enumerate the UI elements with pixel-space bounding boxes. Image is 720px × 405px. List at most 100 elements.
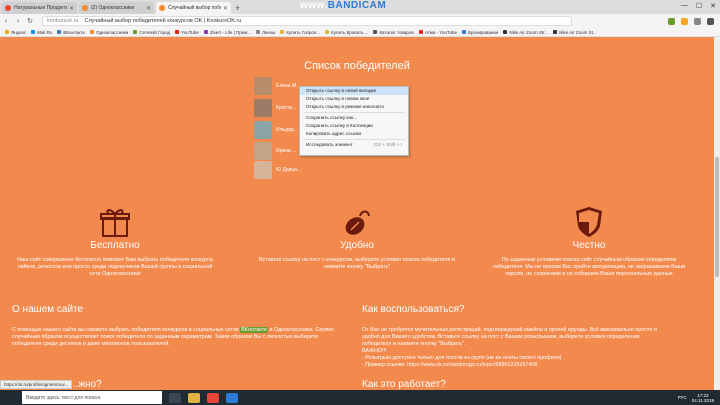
feature-text: Вставьте ссылку на пост с конкурсом, выб… <box>259 257 455 270</box>
window-controls: — ☐ ✕ <box>681 2 716 10</box>
maximize-icon[interactable]: ☐ <box>696 2 702 10</box>
browser-tab[interactable]: (2) Одноклассники ✕ <box>79 2 154 14</box>
minimize-icon[interactable]: — <box>681 2 688 10</box>
bookmark-label: Zivert - Life | Прем... <box>209 29 252 35</box>
bookmark-favicon-icon <box>90 30 95 34</box>
menu-icon[interactable] <box>707 17 714 25</box>
winner-name: Елена М... <box>276 83 301 89</box>
bookmark-label: Бронирование <box>468 29 499 35</box>
bookmark-label: Сетевой Город <box>139 29 171 35</box>
close-window-icon[interactable]: ✕ <box>710 2 716 10</box>
bookmark-item[interactable]: ВКонтакте <box>57 30 85 35</box>
bookmark-item[interactable]: Яндекс <box>5 30 26 35</box>
bookmark-favicon-icon <box>175 30 180 34</box>
bookmark-item[interactable]: Zivert - Life | Прем... <box>203 29 252 35</box>
winner-item[interactable]: Ирина ... <box>254 142 296 160</box>
bookmark-label: Линзы <box>262 29 276 35</box>
bookmark-favicon-icon <box>462 30 467 34</box>
about-section: О нашем сайте С помощью нашего сайта вы … <box>12 304 347 348</box>
extension-icon[interactable] <box>668 17 675 25</box>
back-icon[interactable]: ‹ <box>0 18 12 25</box>
bookmark-item[interactable]: Nike Air Zoom St... <box>553 30 597 35</box>
close-icon[interactable]: ✕ <box>223 5 228 12</box>
bookmark-label: Купить Кровать ... <box>331 29 369 35</box>
reload-icon[interactable]: ↻ <box>24 17 36 25</box>
browser-tab-active[interactable]: Случайный выбор побе...✕ <box>156 2 231 14</box>
feature-text: По заданным условиям поиска сайт случайн… <box>492 257 685 277</box>
bookmark-item[interactable]: Купить Гопрол... <box>280 30 320 35</box>
tab-title: Случайный выбор побе... <box>168 5 221 11</box>
recorder-watermark: www.BANDICAM <box>300 0 386 11</box>
explorer-icon[interactable] <box>188 392 200 403</box>
menu-item-label: Открыть ссылку в режиме инкогнито <box>306 104 385 109</box>
context-menu-item[interactable]: Сохранить ссылку в Коллекции <box>300 122 408 130</box>
howto-note: - Пример ссылки: https://www.ok.ru/vsedo… <box>362 362 538 368</box>
new-tab-button[interactable]: + <box>235 2 240 14</box>
winner-item[interactable]: Ю Дарьи... <box>254 161 301 179</box>
yandex-browser-icon[interactable] <box>207 392 219 403</box>
avatar <box>254 161 272 179</box>
context-menu-item[interactable]: Открыть ссылку в режиме инкогнито <box>300 103 408 111</box>
system-tray: РУС 17:23 04.11.2019 <box>678 393 714 403</box>
close-icon[interactable]: ✕ <box>146 5 151 12</box>
bandicam-icon[interactable] <box>226 392 238 403</box>
bookmark-item[interactable]: Купить Кровать ... <box>325 30 368 35</box>
bookmark-item[interactable]: YouTube <box>175 30 199 35</box>
bookmark-item[interactable]: Атма - YouTube <box>418 29 458 35</box>
context-menu-item[interactable]: Открыть ссылку в новой вкладке <box>300 87 408 95</box>
bookmark-label: ВКонтакте <box>63 29 86 35</box>
watermark-prefix: www. <box>300 0 328 11</box>
scrollbar[interactable] <box>714 37 720 390</box>
watermark-brand: BANDICAM <box>327 0 387 11</box>
avatar <box>254 77 272 95</box>
mouse-icon <box>345 210 370 235</box>
forward-icon[interactable]: › <box>12 18 24 25</box>
winner-item[interactable]: Ильдар... <box>254 121 298 139</box>
tab-title: Натуральные Продукты - <box>14 5 67 11</box>
bookmark-item[interactable]: Каталог товаров <box>373 30 414 35</box>
bookmark-item[interactable]: Бронирование <box>462 30 498 35</box>
bookmark-item[interactable]: Одноклассники <box>90 30 128 35</box>
bookmark-favicon-icon <box>133 30 138 34</box>
context-menu-item[interactable]: Сохранить ссылку как... <box>300 114 408 122</box>
feature-title: Бесплатно <box>90 240 140 251</box>
bookmark-label: Одноклассники <box>96 29 129 35</box>
address-bar[interactable]: konkursok.ru Случайный выбор победителей… <box>42 16 572 26</box>
taskbar-search-input[interactable]: Введите здесь текст для поиска <box>22 391 162 404</box>
winner-item[interactable]: Кристи... <box>254 99 296 117</box>
bookmark-favicon-icon <box>418 30 423 34</box>
bookmark-favicon-icon <box>57 30 62 34</box>
task-view-icon[interactable] <box>169 392 181 403</box>
bookmark-label: Атма - YouTube <box>424 29 458 35</box>
feature-honest: Честно По заданным условиям поиска сайт … <box>474 200 704 278</box>
menu-item-label: Сохранить ссылку как... <box>306 115 357 120</box>
menu-item-label: Копировать адрес ссылки <box>306 131 362 136</box>
winner-item[interactable]: Елена М... <box>254 77 300 95</box>
bookmark-favicon-icon <box>256 30 261 34</box>
tab-favicon-icon <box>82 5 88 11</box>
browser-tab[interactable]: Натуральные Продукты - ✕ <box>2 2 77 14</box>
vkontakte-link[interactable]: ВКонтакте <box>240 327 269 333</box>
clock[interactable]: 17:23 04.11.2019 <box>692 393 714 403</box>
feature-title: Удобно <box>340 240 374 251</box>
bookmark-item[interactable]: Nike Air Zoom Str... <box>503 30 548 35</box>
status-url: https://ok.ru/profile/ogmenrnov... <box>0 380 73 389</box>
howto-text: От Вас не требуется мучительных регистра… <box>362 327 662 369</box>
extension-icon[interactable] <box>681 17 688 25</box>
context-menu-item[interactable]: Копировать адрес ссылки <box>300 130 408 138</box>
language-indicator[interactable]: РУС <box>678 395 687 400</box>
context-menu-item[interactable]: Исследовать элемент Ctrl + Shift + I <box>300 141 408 149</box>
section-title-cut: Как это работает? <box>362 379 446 390</box>
bookmark-icon[interactable] <box>694 17 701 25</box>
howto-important: ВАЖНО!!! <box>362 348 387 354</box>
bookmark-favicon-icon <box>31 30 36 34</box>
bookmark-item[interactable]: Сетевой Город <box>133 30 170 35</box>
bookmark-favicon-icon <box>373 30 378 34</box>
feature-convenient: Удобно Вставьте ссылку на пост с конкурс… <box>242 200 472 271</box>
bookmark-item[interactable]: Mail.Ru <box>31 30 52 35</box>
howto-body: От Вас не требуется мучительных регистра… <box>362 327 657 347</box>
scrollbar-thumb[interactable] <box>715 157 719 277</box>
close-icon[interactable]: ✕ <box>69 5 74 12</box>
bookmark-item[interactable]: Линзы <box>256 30 275 35</box>
context-menu-item[interactable]: Открыть ссылку в новом окне <box>300 95 408 103</box>
